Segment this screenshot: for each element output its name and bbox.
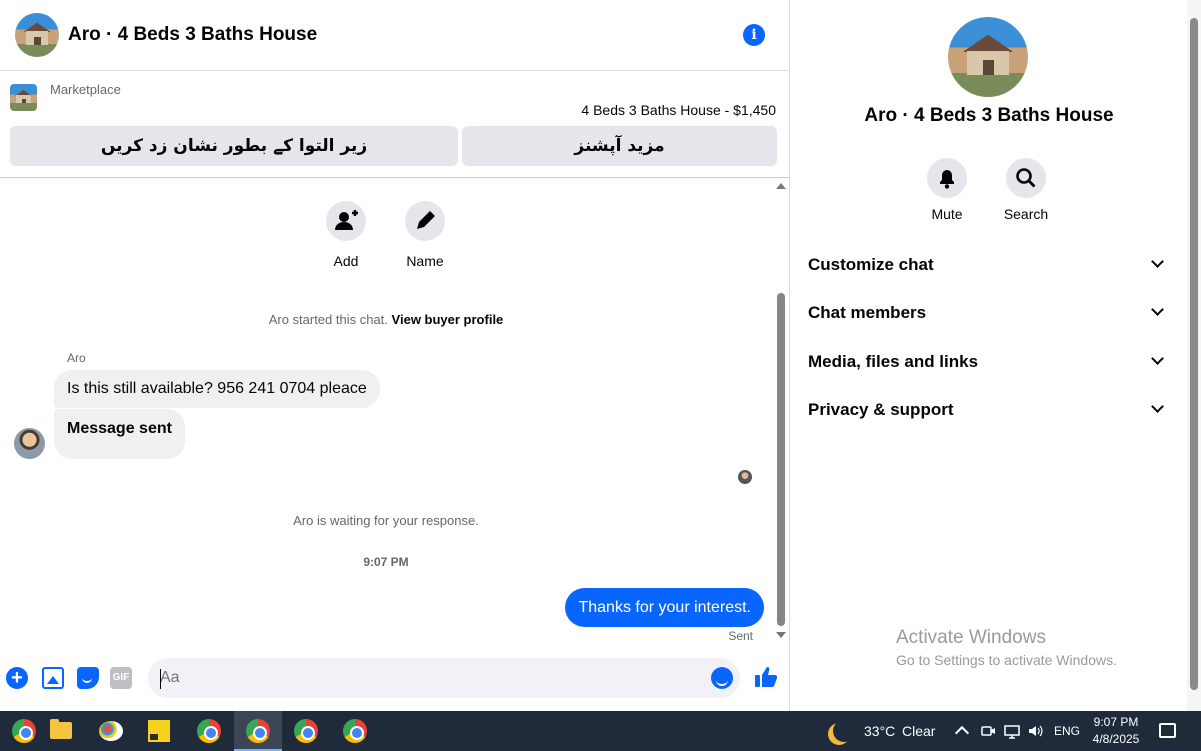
chat-start-text: Aro started this chat. (268, 312, 388, 327)
more-options-button[interactable]: مزید آپشنز (462, 126, 777, 166)
details-avatar[interactable] (948, 17, 1028, 97)
chevron-down-icon (1151, 352, 1164, 365)
bell-icon (927, 158, 967, 198)
taskbar-chrome-profile-3[interactable] (282, 711, 330, 751)
clock-time: 9:07 PM (1093, 715, 1139, 729)
taskbar-paint[interactable] (87, 711, 135, 751)
chat-pane: Aro · 4 Beds 3 Baths House i Marketplace… (0, 0, 790, 711)
thumbs-up-icon[interactable] (754, 665, 778, 689)
media-files-links-section[interactable]: Media, files and links (808, 347, 1170, 377)
search-label: Search (1003, 206, 1049, 222)
page-scroll-thumb[interactable] (1190, 18, 1198, 690)
chrome-icon (246, 719, 270, 743)
text-cursor (160, 669, 161, 689)
section-label: Customize chat (808, 255, 934, 274)
message-input[interactable] (148, 658, 740, 698)
volume-icon[interactable] (1027, 723, 1043, 739)
read-receipt-avatar (738, 470, 752, 484)
waiting-notice: Aro is waiting for your response. (293, 513, 479, 528)
chevron-up-icon[interactable] (954, 725, 970, 741)
composer: + GIF (0, 645, 790, 711)
details-pane: Aro · 4 Beds 3 Baths House Mute Search C… (791, 0, 1187, 711)
meet-now-icon[interactable] (980, 723, 996, 739)
name-label: Name (406, 253, 444, 269)
chevron-down-icon (1151, 255, 1164, 268)
name-chat-button[interactable]: Name (385, 201, 465, 269)
chrome-icon (12, 719, 36, 743)
messenger-window: Aro · 4 Beds 3 Baths House i Marketplace… (0, 0, 1201, 711)
chrome-icon (197, 719, 221, 743)
weather-temperature[interactable]: 33°C (864, 711, 895, 751)
activate-windows-watermark: Activate Windows Go to Settings to activ… (896, 627, 1117, 668)
message-scrollbar[interactable] (775, 178, 787, 645)
listing-thumbnail[interactable] (10, 84, 37, 111)
chat-members-section[interactable]: Chat members (808, 298, 1170, 328)
page-scrollbar[interactable] (1187, 0, 1201, 711)
customize-chat-section[interactable]: Customize chat (808, 250, 1170, 280)
network-icon[interactable] (1004, 723, 1020, 739)
sticky-notes-icon (148, 720, 170, 742)
chevron-down-icon (1151, 400, 1164, 413)
view-buyer-profile-link[interactable]: View buyer profile (392, 312, 504, 327)
language-indicator[interactable]: ENG (1054, 711, 1080, 751)
taskbar-chrome-profile-2[interactable] (234, 711, 282, 751)
search-button[interactable]: Search (986, 158, 1066, 222)
add-person-icon (326, 201, 366, 241)
paint-icon (99, 721, 123, 741)
notification-icon[interactable] (1159, 723, 1176, 738)
message-timestamp: 9:07 PM (363, 555, 409, 569)
listing-price[interactable]: 4 Beds 3 Baths House - $1,450 (581, 102, 776, 118)
taskbar-chrome-profile-1[interactable] (185, 711, 233, 751)
outgoing-message[interactable]: Thanks for your interest. (565, 588, 764, 627)
details-title: Aro · 4 Beds 3 Baths House (864, 105, 1114, 126)
mute-label: Mute (931, 206, 963, 222)
folder-icon (50, 719, 72, 739)
chat-start-notice: Aro started this chat. View buyer profil… (0, 312, 772, 327)
windows-taskbar: 33°C Clear ENG 9:07 PM 4/8/2025 (0, 711, 1201, 751)
sent-status: Sent (728, 629, 753, 643)
chrome-icon (294, 719, 318, 743)
chat-header: Aro · 4 Beds 3 Baths House i (0, 0, 790, 71)
scroll-down-icon[interactable] (776, 632, 786, 638)
section-label: Privacy & support (808, 400, 954, 419)
weather-condition[interactable]: Clear (902, 711, 935, 751)
chat-title[interactable]: Aro · 4 Beds 3 Baths House (68, 24, 317, 46)
incoming-message[interactable]: Message sent (54, 409, 185, 459)
chevron-down-icon (1151, 303, 1164, 316)
search-icon (1006, 158, 1046, 198)
clock-date: 4/8/2025 (1092, 732, 1140, 746)
sticker-icon[interactable] (77, 667, 99, 689)
incoming-message[interactable]: Is this still available? 956 241 0704 pl… (54, 370, 380, 408)
listing-avatar[interactable] (15, 13, 59, 57)
gif-icon[interactable]: GIF (110, 667, 132, 689)
message-list: Add Name Aro started this chat. View buy… (0, 178, 790, 645)
taskbar-chrome-profile-4[interactable] (331, 711, 379, 751)
section-label: Chat members (808, 303, 927, 322)
watermark-title: Activate Windows (896, 627, 1046, 648)
add-people-button[interactable]: Add (306, 201, 386, 269)
listing-banner: Marketplace 4 Beds 3 Baths House - $1,45… (0, 71, 790, 178)
marketplace-label: Marketplace (50, 82, 121, 97)
scroll-thumb[interactable] (777, 293, 785, 626)
system-clock[interactable]: 9:07 PM 4/8/2025 (1085, 714, 1147, 748)
privacy-support-section[interactable]: Privacy & support (808, 395, 1170, 425)
photo-icon[interactable] (42, 667, 64, 689)
add-label: Add (333, 253, 359, 269)
watermark-subtitle: Go to Settings to activate Windows. (896, 652, 1117, 668)
pencil-icon (405, 201, 445, 241)
mark-as-pending-button[interactable]: زیر التوا کے بطور نشان زد کریں (10, 126, 458, 166)
taskbar-sticky-notes[interactable] (135, 711, 183, 751)
scroll-up-icon[interactable] (776, 183, 786, 189)
section-label: Media, files and links (808, 352, 979, 371)
taskbar-file-explorer[interactable] (37, 711, 85, 751)
moon-icon[interactable] (833, 720, 855, 742)
mute-button[interactable]: Mute (907, 158, 987, 222)
info-icon[interactable]: i (743, 24, 765, 46)
emoji-icon[interactable] (711, 667, 733, 689)
plus-icon[interactable]: + (6, 667, 28, 689)
chrome-icon (343, 719, 367, 743)
sender-avatar[interactable] (14, 428, 45, 459)
sender-name: Aro (67, 351, 86, 365)
